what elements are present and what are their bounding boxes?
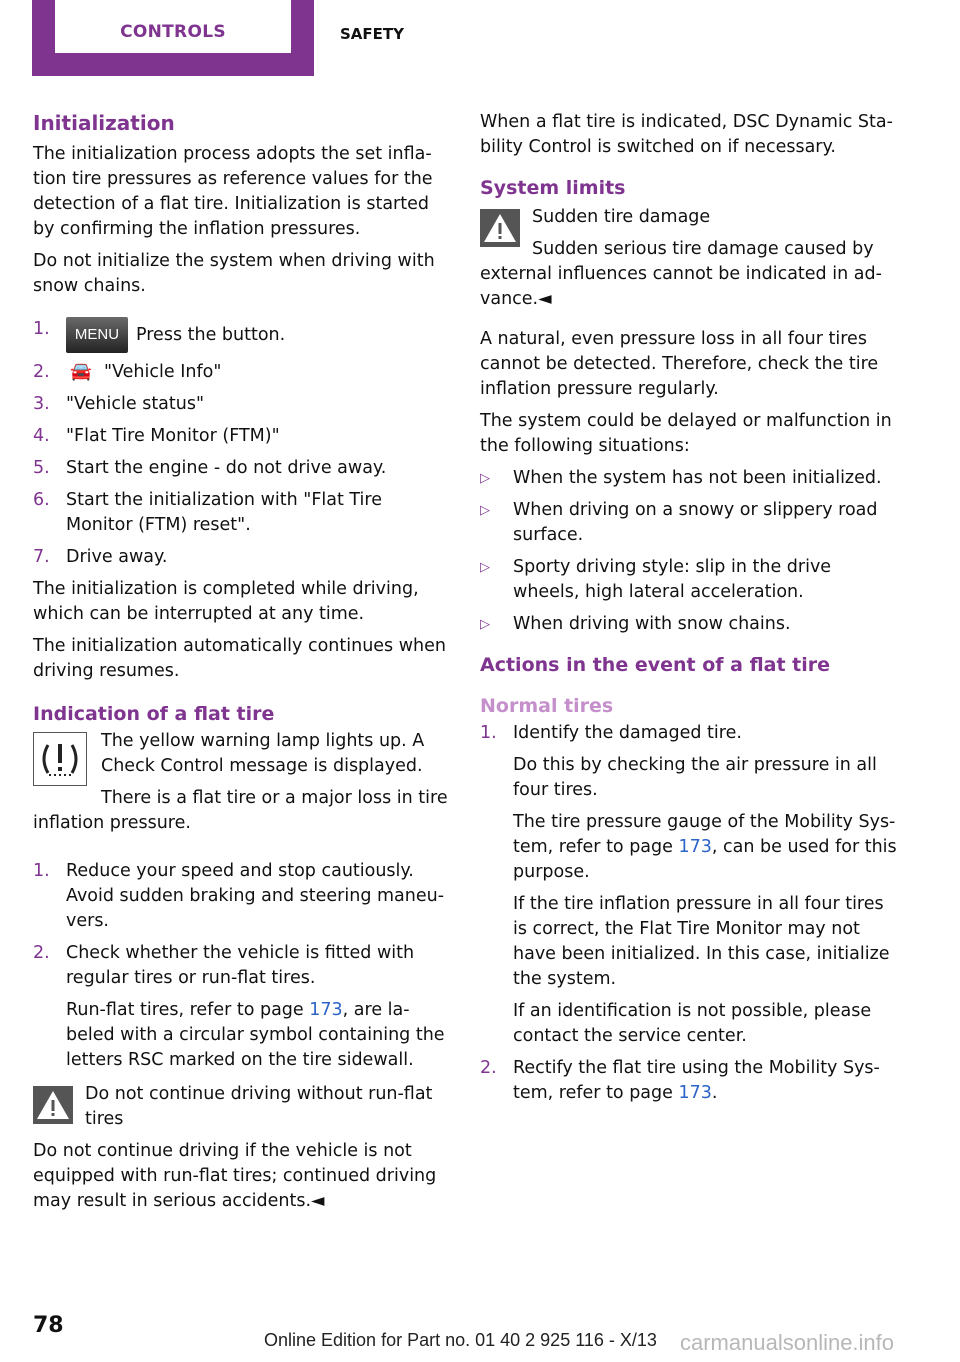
sub-paragraph: Run-flat tires, refer to page 173, are l… <box>66 1000 445 1070</box>
watermark: carmanualsonline.info <box>680 1330 895 1355</box>
heading-actions: Actions in the event of a flat tire <box>480 654 831 676</box>
indication-steps: 1. Reduce your speed and stop cautiously.… <box>33 859 453 1073</box>
paragraph: There is a flat tire or a major loss in … <box>33 788 448 833</box>
page-link[interactable]: 173 <box>678 837 711 857</box>
right-column: When a flat tire is indicated, DSC Dynam… <box>480 110 900 1113</box>
warning-triangle-icon <box>480 209 520 247</box>
bullet-item: ▷ When driving with snow chains. <box>480 612 900 637</box>
edition-text: Online Edition for Part no. 01 40 2 925 … <box>264 1330 657 1350</box>
heading-normal-tires: Normal tires <box>480 695 614 717</box>
page-number: 78 <box>33 1313 64 1338</box>
paragraph: The initialization is completed while dr… <box>33 579 419 624</box>
step-1: 1. Identify the damaged tire. Do this by … <box>480 723 897 1046</box>
step-2: 2. 🚘 "Vehicle Info" <box>33 360 453 385</box>
section-tab-safety[interactable]: SAFETY <box>340 25 404 43</box>
warning-title: Sudden tire damage <box>532 207 711 227</box>
paragraph: The initialization process adopts the se… <box>33 144 433 239</box>
warning-body: Do not continue driving if the vehicle i… <box>33 1141 437 1211</box>
triangle-bullet-icon: ▷ <box>480 617 490 632</box>
heading-system-limits: System limits <box>480 177 626 199</box>
paragraph: The system could be delayed or malfuncti… <box>480 411 892 456</box>
page-link[interactable]: 173 <box>678 1083 711 1103</box>
bullet-item: ▷ When the system has not been initialize… <box>480 466 900 491</box>
step-4: 4. "Flat Tire Monitor (FTM)" <box>33 426 280 446</box>
warning-body: Sudden serious tire damage caused by ext… <box>480 239 882 309</box>
chapter-tab-label: CONTROLS <box>120 22 226 42</box>
limits-bullets: ▷ When the system has not been initialize… <box>480 466 900 637</box>
init-steps: 1. MENU Press the button. 2. 🚘 "Vehicle Info… <box>33 317 453 570</box>
paragraph: The yellow warning lamp lights up. A Che… <box>101 731 425 776</box>
paragraph: A natural, even pressure loss in all fou… <box>480 329 879 399</box>
tire-pressure-warning-icon <box>33 732 87 786</box>
step-2: 2. Rectify the flat tire using the Mobili… <box>480 1058 880 1103</box>
heading-indication: Indication of a flat tire <box>33 703 275 725</box>
bullet-item: ▷ Sporty driving style: slip in the drive… <box>480 557 832 602</box>
step-3: 3. "Vehicle status" <box>33 394 205 414</box>
step-5: 5. Start the engine - do not drive away. <box>33 458 387 478</box>
menu-button-icon: MENU <box>66 317 128 353</box>
car-icon: 🚘 <box>70 362 92 382</box>
chapter-tab-controls[interactable]: CONTROLS <box>32 0 314 76</box>
left-column: Initialization The initialization proces… <box>33 110 453 1221</box>
heading-initialization: Initialization <box>33 111 175 135</box>
page-link[interactable]: 173 <box>309 1000 342 1020</box>
warning-triangle-icon <box>33 1086 73 1124</box>
triangle-bullet-icon: ▷ <box>480 560 490 575</box>
action-steps: 1. Identify the damaged tire. Do this by … <box>480 721 900 1106</box>
bullet-item: ▷ When driving on a snowy or slippery roa… <box>480 500 878 545</box>
warning-title: Do not continue driving without run-flat… <box>85 1084 433 1129</box>
step-1: 1. MENU Press the button. <box>33 317 453 353</box>
step-2: 2. Check whether the vehicle is fitted wi… <box>33 941 453 1073</box>
step-1: 1. Reduce your speed and stop cautiously.… <box>33 861 445 931</box>
triangle-bullet-icon: ▷ <box>480 503 490 518</box>
triangle-bullet-icon: ▷ <box>480 471 490 486</box>
paragraph: The initialization automatically continu… <box>33 636 446 681</box>
paragraph: When a flat tire is indicated, DSC Dynam… <box>480 112 893 157</box>
step-7: 7. Drive away. <box>33 547 168 567</box>
step-6: 6. Start the initialization with "Flat Ti… <box>33 490 382 535</box>
paragraph: Do not initialize the system when drivin… <box>33 251 435 296</box>
